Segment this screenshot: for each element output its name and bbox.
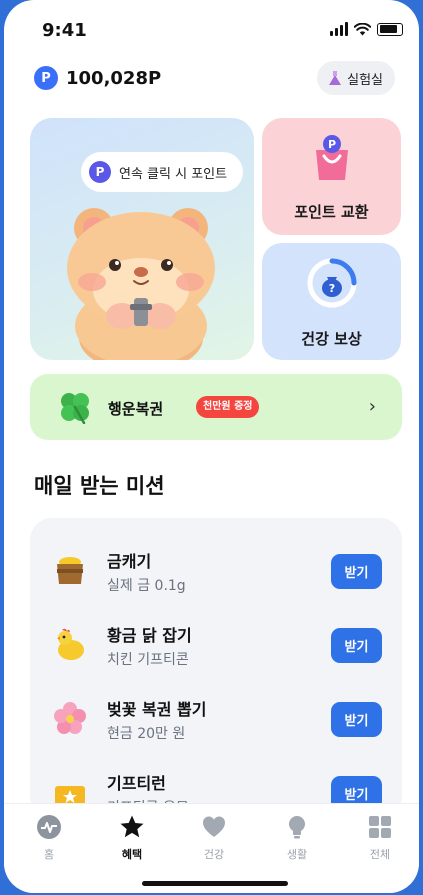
star-icon xyxy=(119,814,145,840)
lab-button[interactable]: 실험실 xyxy=(317,61,395,95)
tab-label: 생활 xyxy=(286,848,308,861)
point-amount: 100,028P xyxy=(66,67,162,89)
mission-reward: 실제 금 0.1g xyxy=(107,578,186,594)
mission-name: 벚꽃 복권 뽑기 xyxy=(107,700,207,719)
missions-title: 매일 받는 미션 xyxy=(34,474,165,498)
click-point-card[interactable]: P 연속 클릭 시 포인트 xyxy=(30,118,254,360)
lucky-lottery-banner[interactable]: 행운복권 천만원 증정 › xyxy=(30,374,402,440)
svg-text:?: ? xyxy=(329,282,335,295)
mission-reward: 치킨 기프티콘 xyxy=(107,652,189,668)
heart-icon xyxy=(201,814,227,840)
health-reward-label: 건강 보상 xyxy=(301,330,362,348)
mission-name: 금캐기 xyxy=(107,552,152,571)
chevron-right-icon: › xyxy=(368,396,376,417)
heartbeat-icon xyxy=(36,814,62,840)
lucky-lottery-title: 행운복권 xyxy=(108,400,164,418)
tab-label: 전체 xyxy=(369,848,391,861)
status-bar: 9:41 xyxy=(4,0,419,58)
grid-icon xyxy=(367,814,393,840)
clover-icon xyxy=(61,393,89,424)
wifi-icon xyxy=(354,22,371,35)
tab-label: 건강 xyxy=(203,848,225,861)
list-item[interactable]: 금캐기 실제 금 0.1g 받기 xyxy=(30,540,402,600)
svg-text:P: P xyxy=(328,138,336,151)
point-balance[interactable]: P 100,028P xyxy=(34,66,161,90)
bottom-tab-bar: 홈 혜택 건강 생활 전체 xyxy=(4,803,419,893)
point-exchange-card[interactable]: P 포인트 교환 xyxy=(262,118,401,235)
tab-home[interactable]: 홈 xyxy=(19,814,79,862)
mission-name: 황금 닭 잡기 xyxy=(107,626,192,645)
status-time: 9:41 xyxy=(42,20,87,41)
list-item[interactable]: 황금 닭 잡기 치킨 기프티콘 받기 xyxy=(30,614,402,674)
lab-button-label: 실험실 xyxy=(347,72,383,88)
flask-icon xyxy=(329,71,342,85)
lightbulb-icon xyxy=(284,814,310,840)
tab-benefits[interactable]: 혜택 xyxy=(102,814,162,862)
battery-icon xyxy=(377,22,403,36)
money-bag-progress-icon: ? xyxy=(307,258,357,308)
tab-label: 혜택 xyxy=(121,848,143,861)
list-item[interactable]: 벚꽃 복권 뽑기 현금 20만 원 받기 xyxy=(30,688,402,748)
missions-list: 금캐기 실제 금 0.1g 받기 황금 닭 잡기 치킨 기프티콘 받기 벚꽃 복… xyxy=(30,518,402,818)
gold-pot-icon xyxy=(57,557,83,584)
shopping-bag-icon: P xyxy=(316,135,348,180)
mission-reward: 현금 20만 원 xyxy=(107,726,186,742)
tab-health[interactable]: 건강 xyxy=(184,814,244,862)
phone-screen: 9:41 P 100,028P 실험실 P 연속 클릭 시 포인트 P 포인트 … xyxy=(4,0,419,893)
chicken-icon xyxy=(57,628,84,660)
tab-all[interactable]: 전체 xyxy=(350,814,410,862)
hamster-illustration[interactable] xyxy=(56,198,226,360)
mission-name: 기프티런 xyxy=(107,774,166,793)
point-icon: P xyxy=(34,66,58,90)
claim-button[interactable]: 받기 xyxy=(331,628,382,663)
status-icons xyxy=(330,22,403,36)
health-reward-card[interactable]: ? 건강 보상 xyxy=(262,243,401,360)
lucky-lottery-badge: 천만원 증정 xyxy=(196,396,260,418)
point-icon: P xyxy=(89,161,111,183)
click-point-bubble: P 연속 클릭 시 포인트 xyxy=(81,152,244,192)
tab-label: 홈 xyxy=(43,848,55,861)
point-exchange-label: 포인트 교환 xyxy=(294,203,369,221)
signal-icon xyxy=(330,22,348,36)
home-indicator[interactable] xyxy=(142,881,288,886)
click-point-label: 연속 클릭 시 포인트 xyxy=(119,166,228,182)
tab-life[interactable]: 생활 xyxy=(267,814,327,862)
claim-button[interactable]: 받기 xyxy=(331,702,382,737)
cherry-blossom-icon xyxy=(54,702,86,734)
claim-button[interactable]: 받기 xyxy=(331,554,382,589)
